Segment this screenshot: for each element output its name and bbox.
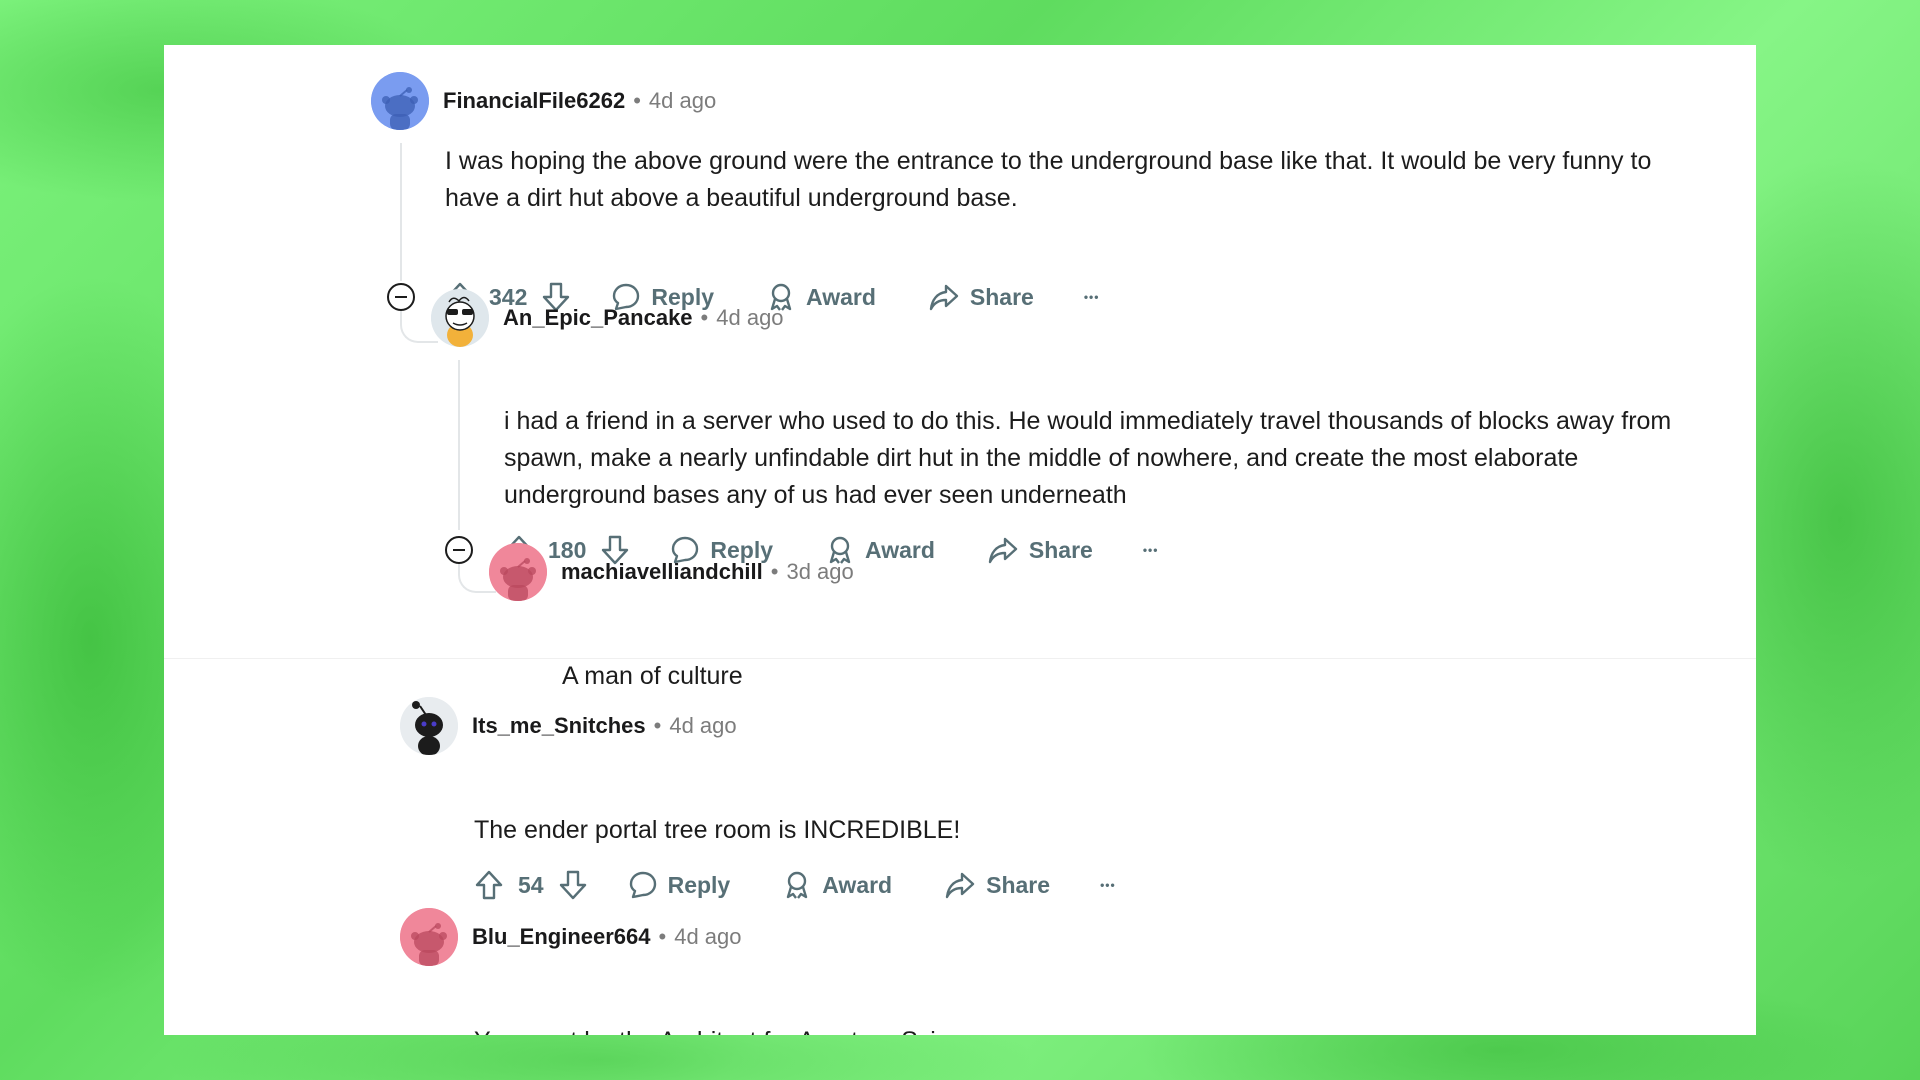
award-ribbon-icon xyxy=(787,871,808,899)
thread-line[interactable] xyxy=(400,143,402,281)
meta-separator: • xyxy=(658,924,667,949)
award-button[interactable]: Award xyxy=(782,870,892,900)
more-options-button[interactable]: ••• xyxy=(1100,878,1116,892)
more-options-button[interactable]: ••• xyxy=(1143,543,1159,557)
avatar[interactable] xyxy=(371,72,429,130)
avatar[interactable] xyxy=(400,908,458,966)
meta-separator: • xyxy=(633,88,641,113)
comment-username[interactable]: machiavelliandchill xyxy=(561,559,763,585)
avatar[interactable] xyxy=(400,697,458,755)
comment-timestamp[interactable]: 3d ago xyxy=(786,559,853,585)
share-arrow-icon xyxy=(945,872,975,899)
comment-timestamp[interactable]: 4d ago xyxy=(716,305,783,331)
comment-body: I was hoping the above ground were the e… xyxy=(445,147,1652,212)
comment-username[interactable]: FinancialFile6262 xyxy=(443,88,625,114)
comment-actions: 54 Reply Award Share ••• xyxy=(474,865,1116,905)
comment-timestamp[interactable]: 4d ago xyxy=(674,924,741,950)
more-options-label: ••• xyxy=(1083,290,1100,304)
share-label: Share xyxy=(986,871,1051,898)
comment-username[interactable]: An_Epic_Pancake xyxy=(503,305,693,331)
downvote-arrow-icon xyxy=(559,870,586,900)
collapse-minus-icon[interactable] xyxy=(387,283,415,311)
snoo-avatar-icon xyxy=(489,543,547,601)
avatar[interactable] xyxy=(489,543,547,601)
collapse-minus-icon[interactable] xyxy=(445,536,473,564)
share-label: Share xyxy=(1028,536,1093,563)
share-button[interactable]: Share xyxy=(944,870,1050,900)
upvote-button[interactable] xyxy=(474,869,504,901)
share-button[interactable]: Share xyxy=(928,282,1034,312)
comment-timestamp[interactable]: 4d ago xyxy=(669,713,736,739)
snoo-avatar-icon xyxy=(371,72,429,130)
reply-label: Reply xyxy=(667,871,731,898)
more-options-label: ••• xyxy=(1100,878,1116,892)
comment-username[interactable]: Its_me_Snitches xyxy=(472,713,646,739)
avatar[interactable] xyxy=(431,289,489,347)
reply-button[interactable]: Reply xyxy=(628,870,731,900)
dark-snoo-avatar-icon xyxy=(400,697,458,755)
award-label: Award xyxy=(865,536,935,563)
speech-bubble-icon xyxy=(629,871,656,899)
section-divider xyxy=(164,658,1756,659)
snoo-avatar-icon xyxy=(400,908,458,966)
meta-separator: • xyxy=(700,305,709,330)
upvote-arrow-icon xyxy=(475,870,503,900)
meta-separator: • xyxy=(653,713,662,738)
comment-body: The ender portal tree room is INCREDIBLE… xyxy=(474,816,961,844)
share-button[interactable]: Share xyxy=(987,535,1093,565)
award-label: Award xyxy=(806,283,876,310)
share-label: Share xyxy=(969,283,1034,310)
meta-separator: • xyxy=(770,559,779,584)
comment-username[interactable]: Blu_Engineer664 xyxy=(472,924,651,950)
comment-body: A man of culture xyxy=(562,662,743,690)
more-options-label: ••• xyxy=(1142,543,1159,557)
comment-body: i had a friend in a server who used to d… xyxy=(504,407,1672,509)
comment-body: You must be the Architect for Aperture S… xyxy=(474,1023,1574,1035)
award-label: Award xyxy=(822,871,893,898)
pancake-avatar-icon xyxy=(431,289,489,347)
downvote-button[interactable] xyxy=(558,869,588,901)
vote-count: 54 xyxy=(518,871,544,898)
share-arrow-icon xyxy=(988,537,1018,564)
comment-timestamp[interactable]: 4d ago xyxy=(649,88,716,114)
thread-line[interactable] xyxy=(458,360,460,530)
share-arrow-icon xyxy=(929,284,959,311)
more-options-button[interactable]: ••• xyxy=(1084,290,1100,304)
comment-thread-card: FinancialFile6262 • 4d ago I was hoping … xyxy=(164,45,1756,1035)
